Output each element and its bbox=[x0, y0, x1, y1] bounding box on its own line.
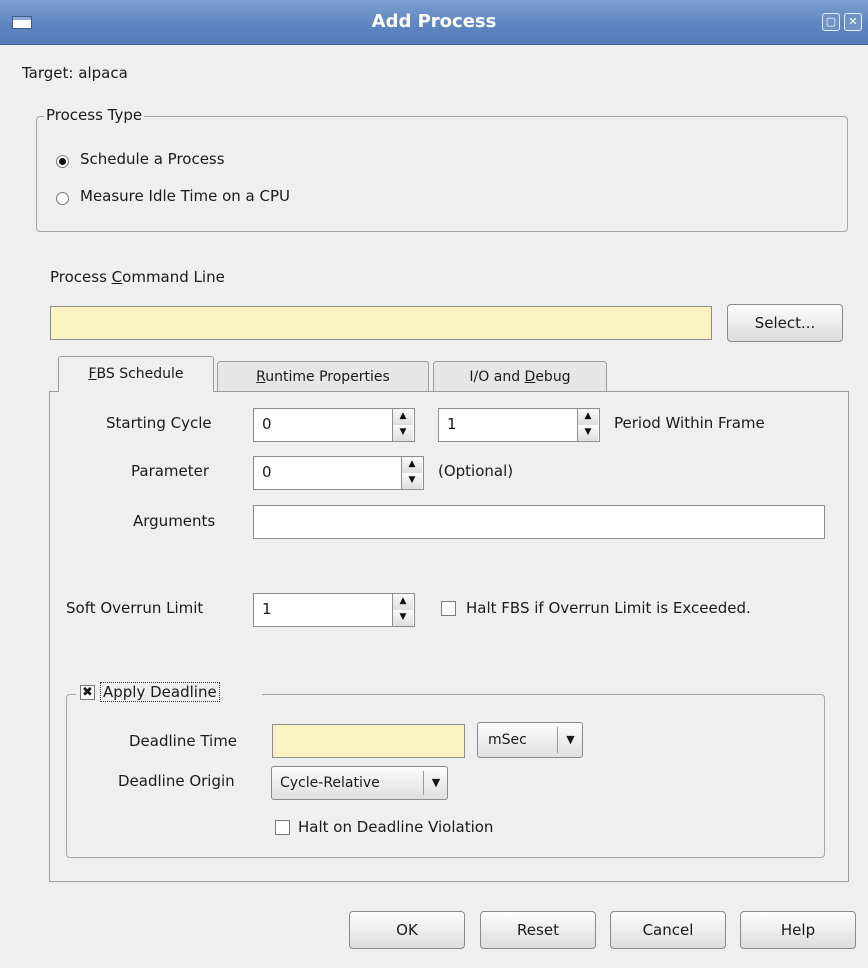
arguments-label: Arguments bbox=[133, 512, 216, 530]
command-line-label: Process Command Line bbox=[50, 268, 225, 286]
process-type-group bbox=[36, 116, 848, 232]
spin-down-icon[interactable]: ▼ bbox=[401, 473, 422, 489]
spin-down-icon[interactable]: ▼ bbox=[392, 610, 413, 626]
spin-up-icon[interactable]: ▲ bbox=[392, 594, 413, 610]
reset-button[interactable]: Reset bbox=[480, 911, 596, 949]
target-row: Target: alpaca bbox=[22, 64, 128, 82]
window-title: Add Process bbox=[371, 11, 497, 32]
apply-deadline-label[interactable]: Apply Deadline bbox=[100, 682, 220, 702]
starting-cycle-label: Starting Cycle bbox=[106, 414, 212, 432]
deadline-unit-value[interactable]: mSec bbox=[488, 723, 527, 757]
soft-overrun-label: Soft Overrun Limit bbox=[66, 599, 204, 617]
period-within-frame-label: Period Within Frame bbox=[614, 414, 765, 432]
spin-up-icon[interactable]: ▲ bbox=[392, 409, 413, 425]
soft-overrun-value[interactable]: 1 bbox=[262, 600, 272, 618]
chevron-down-icon[interactable]: ▼ bbox=[423, 771, 448, 795]
halt-deadline-checkbox[interactable] bbox=[275, 820, 290, 835]
period-spinbox[interactable]: 1 bbox=[438, 408, 600, 442]
tab-runtime-properties[interactable]: Runtime Properties bbox=[217, 361, 429, 392]
process-type-legend: Process Type bbox=[44, 106, 145, 124]
deadline-time-input[interactable] bbox=[272, 724, 465, 758]
spin-down-icon[interactable]: ▼ bbox=[392, 425, 413, 441]
cancel-button[interactable]: Cancel bbox=[610, 911, 726, 949]
help-button[interactable]: Help bbox=[740, 911, 856, 949]
chevron-down-icon[interactable]: ▼ bbox=[557, 727, 583, 753]
halt-fbs-checkbox[interactable] bbox=[441, 601, 456, 616]
close-icon[interactable]: ✕ bbox=[844, 13, 862, 31]
arguments-input[interactable] bbox=[253, 505, 825, 539]
parameter-label: Parameter bbox=[131, 462, 210, 480]
ok-button[interactable]: OK bbox=[349, 911, 465, 949]
schedule-process-radio[interactable] bbox=[56, 155, 69, 168]
starting-cycle-spinbox[interactable]: 0 bbox=[253, 408, 415, 442]
starting-cycle-value[interactable]: 0 bbox=[262, 415, 272, 433]
maximize-icon[interactable]: ▢ bbox=[822, 13, 840, 31]
period-value[interactable]: 1 bbox=[447, 415, 457, 433]
spin-up-icon[interactable]: ▲ bbox=[401, 457, 422, 473]
deadline-unit-select[interactable]: mSec ▼ bbox=[477, 722, 583, 758]
parameter-spinbox[interactable]: 0 bbox=[253, 456, 424, 490]
measure-idle-label[interactable]: Measure Idle Time on a CPU bbox=[80, 187, 290, 205]
spin-down-icon[interactable]: ▼ bbox=[577, 425, 598, 441]
deadline-origin-value[interactable]: Cycle-Relative bbox=[280, 767, 380, 799]
command-line-input[interactable] bbox=[50, 306, 712, 340]
tab-fbs-schedule[interactable]: FBS Schedule bbox=[58, 356, 214, 392]
spin-up-icon[interactable]: ▲ bbox=[577, 409, 598, 425]
deadline-origin-label: Deadline Origin bbox=[118, 772, 235, 790]
measure-idle-radio[interactable] bbox=[56, 192, 69, 205]
soft-overrun-spinbox[interactable]: 1 bbox=[253, 593, 415, 627]
schedule-process-label[interactable]: Schedule a Process bbox=[80, 150, 225, 168]
halt-deadline-label[interactable]: Halt on Deadline Violation bbox=[298, 818, 493, 836]
optional-label: (Optional) bbox=[438, 462, 514, 480]
apply-deadline-checkbox[interactable]: ✖ bbox=[80, 685, 95, 700]
target-value: alpaca bbox=[78, 64, 128, 82]
halt-fbs-label[interactable]: Halt FBS if Overrun Limit is Exceeded. bbox=[466, 599, 751, 617]
parameter-value[interactable]: 0 bbox=[262, 463, 272, 481]
deadline-time-label: Deadline Time bbox=[129, 732, 238, 750]
target-label: Target: bbox=[22, 64, 74, 82]
tab-io-debug[interactable]: I/O and Debug bbox=[433, 361, 607, 392]
select-button[interactable]: Select... bbox=[727, 304, 843, 342]
deadline-origin-select[interactable]: Cycle-Relative ▼ bbox=[271, 766, 448, 800]
